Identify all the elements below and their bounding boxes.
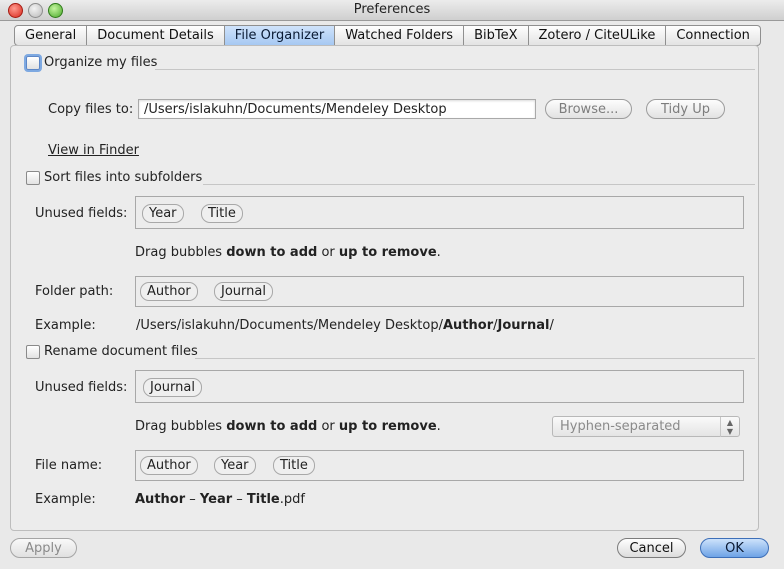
hint-up: up to remove (338, 245, 437, 260)
bubble-author[interactable]: Author (140, 282, 198, 301)
tidy-up-button[interactable]: Tidy Up (646, 99, 725, 119)
tab-document-details[interactable]: Document Details (87, 25, 225, 46)
hint-text: Drag bubbles (135, 419, 227, 434)
organize-files-checkbox[interactable] (26, 56, 40, 70)
apply-button[interactable]: Apply (10, 538, 77, 558)
example-title: Title (246, 492, 280, 507)
folder-path-box[interactable]: Author Journal (135, 276, 744, 307)
bubble-year[interactable]: Year (214, 456, 256, 475)
bubble-author[interactable]: Author (140, 456, 198, 475)
subfolders-unused-fields-box[interactable]: Year Title (135, 196, 744, 229)
view-in-finder-link[interactable]: View in Finder (48, 143, 139, 158)
ok-button[interactable]: OK (700, 538, 769, 558)
bubble-title[interactable]: Title (201, 204, 243, 223)
separator-select[interactable]: Hyphen-separated ▲ ▼ (552, 416, 740, 437)
example-end-slash: / (549, 318, 554, 333)
file-name-label: File name: (35, 458, 103, 473)
tab-watched-folders[interactable]: Watched Folders (335, 25, 465, 46)
title-bar: Preferences (0, 0, 784, 21)
browse-button[interactable]: Browse... (545, 99, 632, 119)
example-dash: – (185, 492, 200, 507)
tab-connection[interactable]: Connection (666, 25, 761, 46)
example-author: Author (135, 492, 186, 507)
rename-files-label: Rename document files (44, 344, 198, 359)
rename-separator (195, 358, 755, 359)
sort-subfolders-label: Sort files into subfolders (44, 170, 203, 185)
bubble-title[interactable]: Title (273, 456, 315, 475)
organize-files-label: Organize my files (44, 55, 158, 70)
subfolders-separator (203, 184, 755, 185)
tab-zotero-citeulike[interactable]: Zotero / CiteULike (528, 25, 667, 46)
bubble-journal[interactable]: Journal (143, 378, 202, 397)
sort-subfolders-checkbox[interactable] (26, 171, 40, 185)
updown-arrows-icon: ▲ ▼ (720, 417, 739, 437)
rename-example-filename: Author – Year – Title.pdf (135, 492, 305, 507)
copy-files-label: Copy files to: (48, 102, 134, 117)
hint-end: . (436, 245, 441, 260)
copy-files-path-input[interactable]: /Users/islakuhn/Documents/Mendeley Deskt… (138, 99, 536, 119)
hint-up: up to remove (338, 419, 437, 434)
hint-end: . (436, 419, 441, 434)
example-journal: Journal (497, 318, 550, 333)
rename-drag-hint: Drag bubbles down to add or up to remove… (135, 419, 441, 434)
bubble-journal[interactable]: Journal (214, 282, 273, 301)
hint-or: or (317, 245, 339, 260)
tab-bibtex[interactable]: BibTeX (464, 25, 529, 46)
hint-down: down to add (226, 245, 318, 260)
rename-unused-fields-label: Unused fields: (35, 380, 128, 395)
file-name-box[interactable]: Author Year Title (135, 450, 744, 481)
example-author: Author (443, 318, 494, 333)
example-year: Year (199, 492, 233, 507)
tab-general[interactable]: General (14, 25, 88, 46)
cancel-button[interactable]: Cancel (617, 538, 686, 558)
hint-down: down to add (226, 419, 318, 434)
subfolders-example-label: Example: (35, 318, 96, 333)
rename-example-label: Example: (35, 492, 96, 507)
rename-unused-fields-box[interactable]: Journal (135, 370, 744, 403)
organize-separator (155, 69, 755, 70)
tab-file-organizer[interactable]: File Organizer (224, 25, 336, 46)
separator-select-value: Hyphen-separated (560, 419, 681, 434)
rename-files-checkbox[interactable] (26, 345, 40, 359)
hint-text: Drag bubbles (135, 245, 227, 260)
preference-tabs: General Document Details File Organizer … (14, 25, 761, 46)
example-extension: .pdf (279, 492, 305, 507)
subfolders-example-path: /Users/islakuhn/Documents/Mendeley Deskt… (136, 318, 554, 333)
folder-path-label: Folder path: (35, 284, 114, 299)
subfolders-drag-hint: Drag bubbles down to add or up to remove… (135, 245, 441, 260)
example-dash: – (232, 492, 247, 507)
window-title: Preferences (353, 2, 431, 17)
bubble-year[interactable]: Year (142, 204, 184, 223)
hint-or: or (317, 419, 339, 434)
example-base-path: /Users/islakuhn/Documents/Mendeley Deskt… (136, 318, 443, 333)
subfolders-unused-fields-label: Unused fields: (35, 206, 128, 221)
